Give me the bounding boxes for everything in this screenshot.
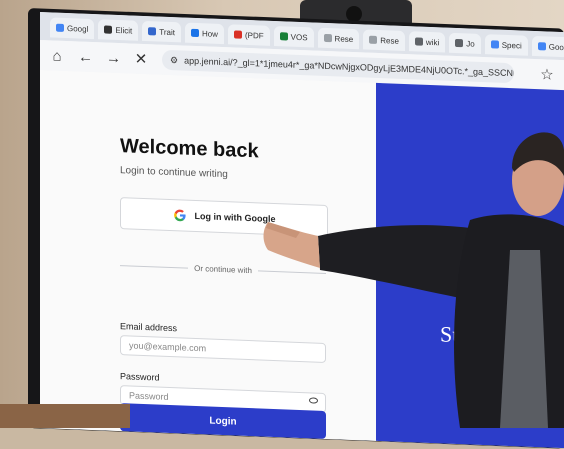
- tab-favicon-icon: [56, 23, 64, 32]
- browser-tab-label: Speci: [501, 40, 522, 51]
- browser-tab-label: Elicit: [115, 25, 133, 36]
- brand-text-line1: Super: [440, 321, 492, 349]
- wooden-table: [0, 404, 130, 428]
- browser-tab[interactable]: VOS: [273, 25, 314, 48]
- browser-tab[interactable]: Trait: [142, 20, 181, 43]
- web-page: Welcome back Login to continue writing L…: [40, 70, 564, 449]
- forward-arrow-icon[interactable]: →: [106, 49, 121, 67]
- tab-favicon-icon: [190, 28, 199, 38]
- browser-tab[interactable]: (PDF: [227, 24, 270, 46]
- browser-tab[interactable]: Jo: [449, 32, 481, 54]
- brand-text: Super R: [440, 321, 491, 375]
- tab-favicon-icon: [148, 27, 157, 36]
- back-arrow-icon[interactable]: ←: [78, 48, 93, 66]
- tab-favicon-icon: [233, 30, 242, 39]
- tab-favicon-icon: [369, 35, 378, 44]
- browser-tab[interactable]: Speci: [484, 34, 528, 56]
- bookmark-star-icon[interactable]: ☆: [540, 65, 554, 84]
- browser-tab-label: wiki: [425, 37, 440, 47]
- browser-tab-label: Rese: [380, 35, 399, 46]
- page-title: Welcome back: [120, 135, 259, 163]
- brand-panel: Super R: [376, 82, 564, 449]
- or-divider: Or continue with: [120, 259, 326, 279]
- browser-tab-label: VOS: [290, 32, 308, 42]
- site-settings-icon[interactable]: ⚙: [170, 54, 178, 65]
- browser-tab[interactable]: Rese: [317, 27, 360, 50]
- show-password-eye-icon[interactable]: [309, 397, 318, 404]
- divider-line-right: [257, 269, 326, 274]
- email-label: Email address: [120, 321, 178, 334]
- tab-favicon-icon: [414, 37, 423, 46]
- browser-tab-label: How: [201, 28, 218, 39]
- close-icon[interactable]: ✕: [134, 50, 148, 69]
- tab-favicon-icon: [490, 40, 499, 49]
- display-screen: Googl Elicit Trait How (PDF VOS Rese Rese wiki Jo…: [40, 12, 564, 449]
- tab-favicon-icon: [104, 25, 113, 34]
- tab-favicon-icon: [323, 33, 332, 43]
- page-subtitle: Login to continue writing: [120, 165, 228, 181]
- browser-tab[interactable]: How: [184, 22, 224, 45]
- browser-tab-label: Jo: [466, 38, 475, 49]
- brand-text-line2: R: [470, 348, 485, 375]
- google-login-button[interactable]: Log in with Google: [120, 197, 328, 238]
- browser-tab[interactable]: Rese: [363, 29, 405, 52]
- divider-text: Or continue with: [194, 263, 252, 275]
- browser-tab[interactable]: wiki: [408, 31, 446, 53]
- login-panel: Welcome back Login to continue writing L…: [40, 70, 376, 441]
- google-logo-icon: [173, 209, 186, 222]
- google-login-label: Log in with Google: [194, 210, 276, 225]
- browser-tab[interactable]: Goog: [531, 35, 564, 58]
- tab-favicon-icon: [279, 32, 288, 41]
- home-icon[interactable]: ⌂: [50, 47, 64, 65]
- password-label: Password: [120, 371, 160, 383]
- browser-tab-label: Rese: [334, 33, 354, 44]
- tab-favicon-icon: [455, 38, 464, 48]
- browser-tab-label: Goog: [548, 42, 564, 52]
- browser-tab[interactable]: Googl: [50, 17, 95, 40]
- tab-favicon-icon: [537, 42, 546, 51]
- divider-line-left: [120, 264, 189, 269]
- browser-tab-label: (PDF: [244, 30, 264, 41]
- browser-tab[interactable]: Elicit: [98, 19, 139, 41]
- browser-tab-label: Trait: [159, 27, 175, 37]
- email-field[interactable]: [120, 335, 326, 363]
- browser-tab-label: Googl: [67, 23, 89, 34]
